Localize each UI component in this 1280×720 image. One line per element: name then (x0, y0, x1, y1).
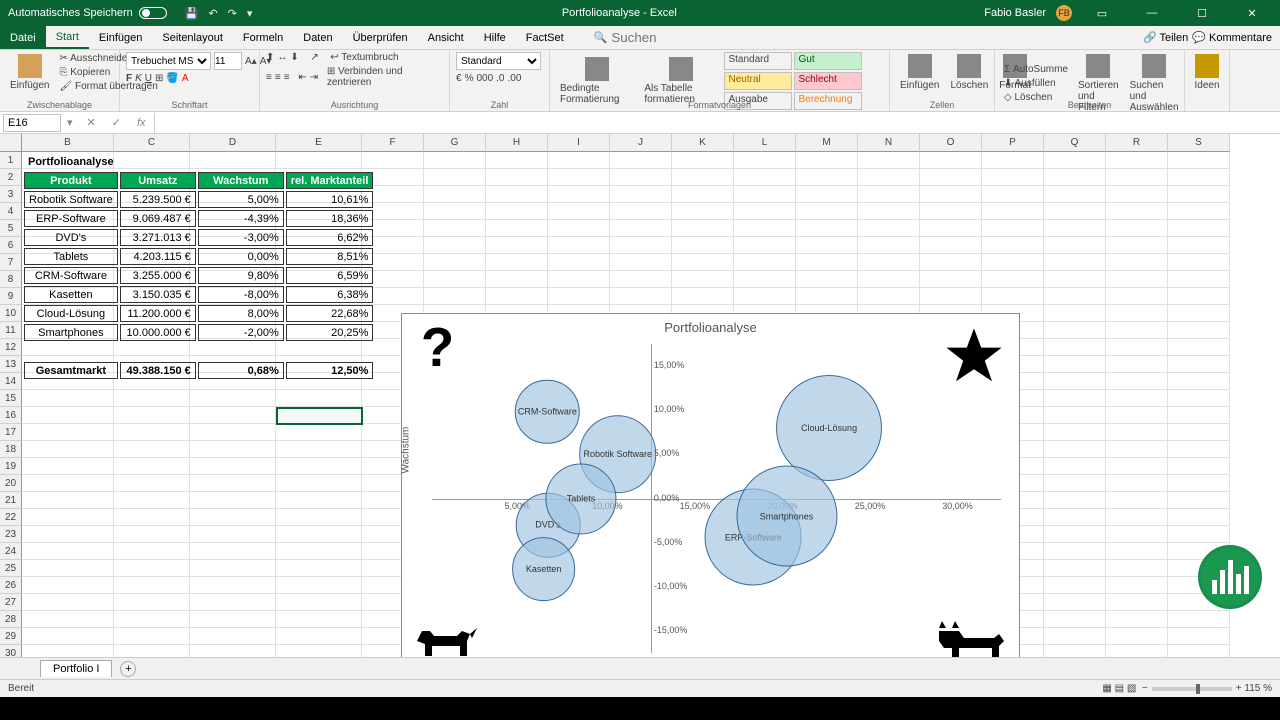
addon-chart-icon[interactable] (1198, 545, 1262, 609)
italic-button[interactable]: K (135, 73, 142, 84)
spreadsheet-grid[interactable]: BCDEFGHIJKLMNOPQRS 123456789101112131415… (0, 134, 1280, 657)
sheet-tabs: Portfolio I + (0, 657, 1280, 679)
question-mark-icon: ? (412, 320, 456, 380)
search-icon: 🔍 (594, 31, 608, 44)
orientation-icon[interactable]: ↗ (310, 52, 318, 63)
insert-cells-button[interactable]: Einfügen (896, 52, 943, 93)
underline-button[interactable]: U (145, 73, 152, 84)
select-all-corner[interactable] (0, 134, 22, 152)
search-input[interactable] (611, 30, 691, 45)
formula-bar[interactable] (154, 113, 1280, 133)
svg-text:?: ? (421, 320, 454, 378)
tab-formulas[interactable]: Formeln (233, 26, 293, 49)
font-name-select[interactable]: Trebuchet MS (126, 52, 211, 70)
zoom-in-button[interactable]: + (1236, 683, 1242, 694)
comma-icon[interactable]: 000 (476, 73, 493, 84)
percent-icon[interactable]: % (465, 73, 474, 84)
cow-icon (934, 616, 1009, 657)
chart-container[interactable]: Portfolioanalyse Wachstum rel. Marktante… (401, 313, 1020, 657)
tab-help[interactable]: Hilfe (474, 26, 516, 49)
status-text: Bereit (8, 683, 34, 694)
currency-icon[interactable]: € (456, 73, 462, 84)
autosave-label: Automatisches Speichern (8, 7, 133, 19)
align-center-icon[interactable]: ≡ (275, 72, 281, 83)
autosave-toggle[interactable] (139, 7, 167, 19)
dog-icon (412, 616, 482, 657)
star-icon (944, 326, 1004, 386)
name-box[interactable] (3, 114, 61, 132)
font-color-button[interactable]: A (182, 73, 189, 84)
align-left-icon[interactable]: ≡ (266, 72, 272, 83)
cancel-formula-icon[interactable]: ✕ (79, 116, 104, 129)
view-normal-icon[interactable]: ▦ (1102, 683, 1111, 694)
tab-file[interactable]: Datei (0, 26, 46, 49)
share-button[interactable]: 🔗 Teilen (1143, 31, 1188, 44)
fill-color-button[interactable]: 🪣 (166, 73, 178, 84)
tab-data[interactable]: Daten (293, 26, 342, 49)
tab-layout[interactable]: Seitenlayout (152, 26, 233, 49)
chart-ylabel: Wachstum (401, 426, 412, 473)
view-break-icon[interactable]: ▧ (1127, 683, 1136, 694)
autosum-button[interactable]: Σ AutoSumme (1001, 63, 1071, 76)
border-button[interactable]: ⊞ (155, 73, 163, 84)
indent-dec-icon[interactable]: ⇤ (298, 72, 306, 83)
tab-insert[interactable]: Einfügen (89, 26, 152, 49)
qat-more-icon[interactable]: ▾ (247, 7, 253, 20)
new-sheet-button[interactable]: + (120, 661, 136, 677)
bold-button[interactable]: F (126, 73, 132, 84)
close-icon[interactable]: ✕ (1232, 0, 1272, 26)
align-top-icon[interactable]: ⬆ (266, 52, 274, 63)
chart-plot-area: 5,00%10,00%15,00%20,00%25,00%30,00%-15,0… (432, 344, 999, 651)
window-title: Portfolioanalyse - Excel (262, 7, 976, 19)
style-schlecht[interactable]: Schlecht (794, 72, 862, 90)
avatar[interactable]: FB (1056, 5, 1072, 21)
sheet-tab-active[interactable]: Portfolio I (40, 660, 112, 677)
maximize-icon[interactable]: ☐ (1182, 0, 1222, 26)
status-bar: Bereit ▦ ▤ ▧ − + 115 % (0, 679, 1280, 697)
namebox-dropdown-icon[interactable]: ▾ (61, 116, 79, 129)
menubar: Datei Start Einfügen Seitenlayout Formel… (0, 26, 1280, 50)
redo-icon[interactable]: ↷ (228, 7, 237, 20)
align-right-icon[interactable]: ≡ (284, 72, 290, 83)
data-table[interactable]: PortfolioanalyseProduktUmsatzWachstumrel… (22, 151, 375, 381)
number-format-select[interactable]: Standard (456, 52, 541, 70)
style-standard[interactable]: Standard (724, 52, 792, 70)
wrap-button[interactable]: ↩ Textumbruch (330, 52, 398, 63)
tab-review[interactable]: Überprüfen (343, 26, 418, 49)
ribbon: Einfügen ✂ Ausschneiden ⎘ Kopieren 🖌 For… (0, 50, 1280, 112)
align-bot-icon[interactable]: ⬇ (290, 52, 298, 63)
chart-title: Portfolioanalyse (402, 314, 1019, 337)
zoom-level[interactable]: 115 % (1244, 683, 1272, 694)
tab-start[interactable]: Start (46, 26, 89, 49)
undo-icon[interactable]: ↶ (208, 7, 217, 20)
titlebar: Automatisches Speichern 💾 ↶ ↷ ▾ Portfoli… (0, 0, 1280, 26)
style-neutral[interactable]: Neutral (724, 72, 792, 90)
tab-view[interactable]: Ansicht (418, 26, 474, 49)
view-layout-icon[interactable]: ▤ (1115, 683, 1124, 694)
grow-font-icon[interactable]: A▴ (245, 56, 257, 67)
zoom-slider[interactable] (1152, 687, 1232, 691)
save-icon[interactable]: 💾 (185, 7, 199, 20)
minimize-icon[interactable]: — (1132, 0, 1172, 26)
delete-cells-button[interactable]: Löschen (946, 52, 992, 93)
align-mid-icon[interactable]: ↔ (277, 52, 287, 63)
comments-button[interactable]: 💬 Kommentare (1192, 31, 1272, 44)
fx-icon[interactable]: fx (129, 117, 154, 129)
ideas-button[interactable]: Ideen (1191, 52, 1223, 93)
merge-button[interactable]: ⊞ Verbinden und zentrieren (327, 66, 443, 88)
user-name[interactable]: Fabio Basler (984, 7, 1046, 19)
dec-dec-icon[interactable]: .00 (508, 73, 522, 84)
font-size-input[interactable] (214, 52, 242, 70)
tab-factset[interactable]: FactSet (516, 26, 574, 49)
inc-dec-icon[interactable]: .0 (496, 73, 504, 84)
fill-button[interactable]: ⬇ Ausfüllen (1001, 77, 1071, 90)
enter-formula-icon[interactable]: ✓ (104, 116, 129, 129)
indent-inc-icon[interactable]: ⇥ (310, 72, 318, 83)
zoom-out-button[interactable]: − (1142, 683, 1148, 694)
style-gut[interactable]: Gut (794, 52, 862, 70)
ribbon-mode-icon[interactable]: ▭ (1082, 0, 1122, 26)
paste-button[interactable]: Einfügen (6, 52, 53, 93)
